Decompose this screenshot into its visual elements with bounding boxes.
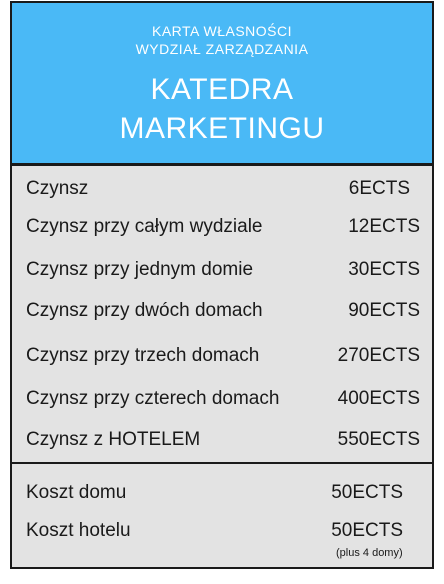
property-card: KARTA WŁASNOŚCI WYDZIAŁ ZARZĄDZANIA KATE… — [10, 1, 434, 569]
property-name-line2: MARKETINGU — [119, 112, 325, 145]
card-type-label: KARTA WŁASNOŚCI — [151, 23, 292, 39]
card-header: KARTA WŁASNOŚCI WYDZIAŁ ZARZĄDZANIA KATE… — [12, 3, 432, 166]
cost-value: 50ECTS — [331, 520, 403, 541]
hotel-cost-note: (plus 4 domy) — [336, 547, 403, 559]
rent-label: Czynsz przy czterech domach — [26, 388, 280, 409]
rent-label: Czynsz przy trzech domach — [26, 345, 260, 366]
rent-value: 12ECTS — [348, 216, 420, 237]
rent-value: 400ECTS — [337, 388, 420, 409]
rent-label: Czynsz przy jednym domie — [26, 259, 254, 280]
rent-value: 30ECTS — [348, 259, 420, 280]
cost-value: 50ECTS — [331, 482, 403, 503]
rent-value: 550ECTS — [337, 429, 420, 450]
rent-label: Czynsz z HOTELEM — [26, 429, 201, 450]
cost-label: Koszt hotelu — [26, 520, 131, 541]
rent-value: 270ECTS — [337, 345, 420, 366]
rent-label: Czynsz — [26, 178, 89, 199]
rent-value: 90ECTS — [348, 300, 420, 321]
cost-label: Koszt domu — [26, 482, 127, 503]
section-divider — [12, 462, 432, 464]
faculty-label: WYDZIAŁ ZARZĄDZANIA — [135, 41, 309, 57]
rent-value: 6ECTS — [348, 178, 410, 199]
property-name-line1: KATEDRA — [150, 73, 294, 106]
rent-label: Czynsz przy całym wydziale — [26, 216, 263, 237]
rent-label: Czynsz przy dwóch domach — [26, 300, 263, 321]
